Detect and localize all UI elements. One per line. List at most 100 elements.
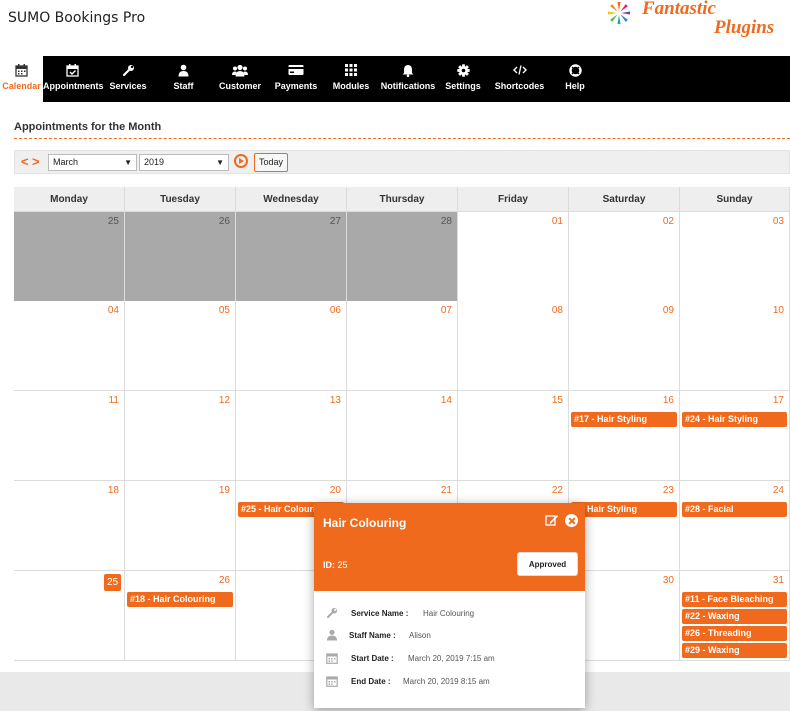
- nav-appointments[interactable]: Appointments: [43, 56, 104, 102]
- nav-customer[interactable]: Customer: [212, 56, 268, 102]
- credit-card-icon: [268, 64, 324, 78]
- day-cell[interactable]: 14: [347, 391, 458, 481]
- day-cell[interactable]: 19: [125, 481, 236, 571]
- day-number: 09: [662, 305, 674, 316]
- calendar-icon: [326, 653, 338, 664]
- day-number: 08: [551, 305, 563, 316]
- day-cell[interactable]: 18: [14, 481, 125, 571]
- nav-notifications[interactable]: Notifications: [378, 56, 438, 102]
- nav-label: Calendar: [2, 81, 41, 91]
- day-cell[interactable]: 08: [458, 301, 569, 391]
- close-icon[interactable]: [565, 514, 578, 527]
- nav-calendar[interactable]: Calendar: [0, 56, 43, 102]
- day-number: 18: [107, 485, 119, 496]
- users-icon: [212, 64, 268, 78]
- weekday-header: Monday: [14, 187, 125, 212]
- day-number: 28: [440, 216, 452, 227]
- day-cell[interactable]: 23 0 - Hair Styling: [569, 481, 680, 571]
- user-icon: [327, 629, 337, 641]
- nav-shortcodes[interactable]: Shortcodes: [488, 56, 551, 102]
- day-cell[interactable]: 12: [125, 391, 236, 481]
- calendar-icon: [0, 64, 43, 78]
- day-cell[interactable]: 16 #17 - Hair Styling: [569, 391, 680, 481]
- nav-modules[interactable]: Modules: [324, 56, 378, 102]
- appointment-popup: Hair Colouring ID: 25 Approved Service N…: [314, 503, 585, 708]
- month-select[interactable]: March ▼: [48, 154, 137, 171]
- day-number: 06: [329, 305, 341, 316]
- day-number: 30: [662, 575, 674, 586]
- detail-label: Staff Name :: [349, 631, 396, 640]
- day-cell[interactable]: 03: [680, 212, 790, 302]
- next-month-button[interactable]: >: [32, 155, 42, 169]
- day-cell[interactable]: 27: [236, 212, 347, 302]
- nav-settings[interactable]: Settings: [438, 56, 488, 102]
- day-number: 24: [772, 485, 784, 496]
- appointment-event[interactable]: #24 - Hair Styling: [682, 412, 787, 427]
- detail-label: Start Date :: [351, 654, 394, 663]
- day-cell[interactable]: 26 #18 - Hair Colouring: [125, 571, 236, 661]
- appointment-event[interactable]: #22 - Waxing: [682, 609, 787, 624]
- day-cell[interactable]: 07: [347, 301, 458, 391]
- detail-value: Alison: [409, 631, 431, 640]
- day-cell[interactable]: 25: [14, 212, 125, 302]
- nav-payments[interactable]: Payments: [268, 56, 324, 102]
- day-cell[interactable]: 24 #28 - Facial: [680, 481, 790, 571]
- weekday-header: Friday: [458, 187, 569, 212]
- detail-label: Service Name :: [351, 609, 409, 618]
- go-play-icon[interactable]: [234, 154, 248, 168]
- appointment-event[interactable]: #26 - Threading: [682, 626, 787, 641]
- nav-staff[interactable]: Staff: [155, 56, 212, 102]
- popup-header: Hair Colouring ID: 25 Approved: [314, 503, 585, 591]
- appointment-event[interactable]: #28 - Facial: [682, 502, 787, 517]
- bell-icon: [378, 64, 438, 78]
- lifebuoy-icon: [551, 64, 599, 78]
- day-cell[interactable]: 17 #24 - Hair Styling: [680, 391, 790, 481]
- appointment-id: ID: 25: [323, 560, 348, 570]
- day-number: 16: [662, 395, 674, 406]
- user-icon: [155, 64, 212, 78]
- appointment-event[interactable]: #29 - Waxing: [682, 643, 787, 658]
- nav-label: Payments: [274, 81, 318, 91]
- app-title: SUMO Bookings Pro: [8, 10, 146, 26]
- nav-services[interactable]: Services: [101, 56, 155, 102]
- day-cell[interactable]: 25: [14, 571, 125, 661]
- day-cell[interactable]: 02: [569, 212, 680, 302]
- prev-month-button[interactable]: <: [21, 155, 31, 169]
- status-button[interactable]: Approved: [517, 552, 578, 576]
- appointment-event[interactable]: #18 - Hair Colouring: [127, 592, 233, 607]
- day-number: 25: [107, 216, 119, 227]
- day-cell[interactable]: 04: [14, 301, 125, 391]
- day-number: 03: [772, 216, 784, 227]
- day-cell[interactable]: 13: [236, 391, 347, 481]
- day-cell[interactable]: 26: [125, 212, 236, 302]
- nav-label: Customer: [218, 81, 261, 91]
- nav-label: Appointments: [43, 81, 104, 91]
- brand-logo: Fantastic Plugins: [606, 0, 790, 44]
- day-cell[interactable]: 06: [236, 301, 347, 391]
- edit-icon[interactable]: [545, 513, 559, 527]
- day-cell[interactable]: 01: [458, 212, 569, 302]
- day-number: 10: [772, 305, 784, 316]
- appointment-event[interactable]: 0 - Hair Styling: [571, 502, 677, 517]
- appointment-event[interactable]: #11 - Face Bleaching: [682, 592, 787, 607]
- appointment-event[interactable]: #17 - Hair Styling: [571, 412, 677, 427]
- day-cell[interactable]: 11: [14, 391, 125, 481]
- day-number: 21: [440, 485, 452, 496]
- app-header: SUMO Bookings Pro Fantastic Plugins: [0, 0, 790, 56]
- day-number: 26: [218, 575, 230, 586]
- day-number: 04: [107, 305, 119, 316]
- day-cell[interactable]: 10: [680, 301, 790, 391]
- day-cell[interactable]: 09: [569, 301, 680, 391]
- day-cell[interactable]: 15: [458, 391, 569, 481]
- day-cell[interactable]: 30: [569, 571, 680, 661]
- today-button[interactable]: Today: [254, 153, 288, 172]
- day-cell[interactable]: 28: [347, 212, 458, 302]
- detail-value: March 20, 2019 8:15 am: [403, 677, 490, 686]
- nav-help[interactable]: Help: [551, 56, 599, 102]
- day-cell[interactable]: 05: [125, 301, 236, 391]
- day-number: 27: [329, 216, 341, 227]
- section-title: Appointments for the Month: [14, 121, 162, 133]
- day-number: 02: [662, 216, 674, 227]
- year-select[interactable]: 2019 ▼: [139, 154, 229, 171]
- day-cell[interactable]: 31 #11 - Face Bleaching #22 - Waxing #26 - …: [680, 571, 790, 661]
